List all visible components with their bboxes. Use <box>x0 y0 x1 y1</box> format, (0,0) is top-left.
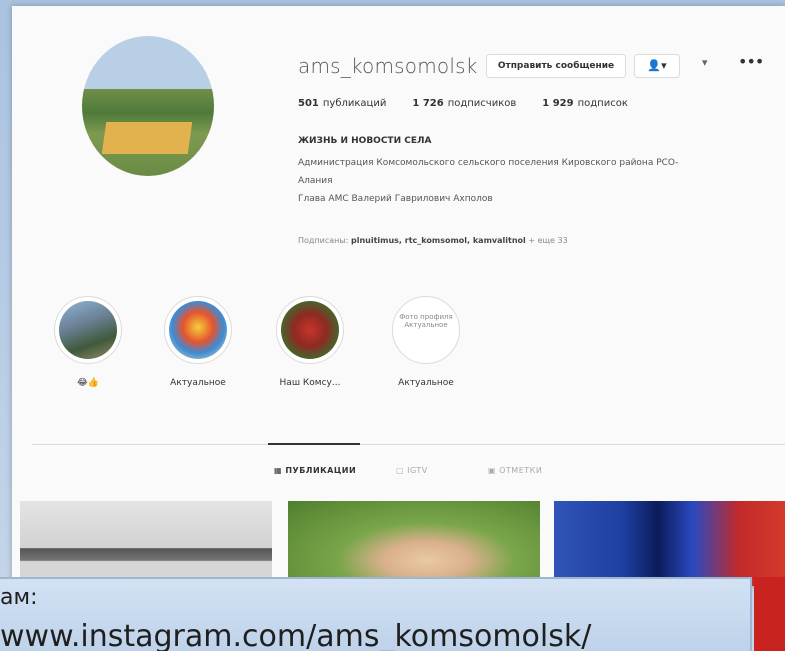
tv-icon: ▢ <box>396 466 408 475</box>
caption-url: www.instagram.com/ams_komsomolsk/ <box>0 619 592 651</box>
tabs-divider <box>32 444 785 445</box>
highlight-4[interactable]: Фото профиля Актуальное Актуальное <box>390 296 462 388</box>
tag-icon: ▣ <box>488 466 500 475</box>
post-thumbnail[interactable] <box>288 501 540 586</box>
bio-line: Алания <box>298 176 333 186</box>
person-icon: 👤▾ <box>647 59 667 72</box>
instagram-profile-screenshot: ams_komsomolsk Отправить сообщение 👤▾ ▾ … <box>12 6 785 586</box>
tab-tagged[interactable]: ▣ ОТМЕТКИ <box>488 466 542 475</box>
active-tab-indicator <box>268 443 360 445</box>
send-message-button[interactable]: Отправить сообщение <box>486 54 626 78</box>
stat-posts[interactable]: 501 публикаций <box>298 98 386 109</box>
post-thumbnail[interactable] <box>554 501 785 586</box>
chevron-down-icon[interactable]: ▾ <box>702 56 708 69</box>
slide-caption: ам: www.instagram.com/ams_komsomolsk/ <box>0 577 752 651</box>
post-thumbnail[interactable] <box>20 501 272 586</box>
bio-line: Глава АМС Валерий Гаврилович Ахполов <box>298 194 493 204</box>
profile-username: ams_komsomolsk <box>298 54 478 78</box>
more-options-icon[interactable]: ••• <box>738 52 764 71</box>
tab-igtv[interactable]: ▢ IGTV <box>396 466 428 475</box>
stat-following[interactable]: 1 929 подписок <box>542 98 628 109</box>
following-button[interactable]: 👤▾ <box>634 54 680 78</box>
bio-line: Администрация Комсомольского сельского п… <box>298 158 679 168</box>
highlight-3[interactable]: Наш Комсу... <box>274 296 346 388</box>
tab-posts[interactable]: ▦ ПУБЛИКАЦИИ <box>274 466 356 475</box>
grid-icon: ▦ <box>274 466 286 475</box>
bio-title: ЖИЗНЬ И НОВОСТИ СЕЛА <box>298 136 432 146</box>
profile-avatar[interactable] <box>82 36 214 176</box>
profile-stats: 501 публикаций 1 726 подписчиков 1 929 подп… <box>298 98 628 109</box>
highlight-1[interactable]: 😂👍 <box>52 296 124 388</box>
followed-by[interactable]: Подписаны: plnuitimus, rtc_komsomol, kam… <box>298 236 568 245</box>
red-decor-strip <box>754 577 785 651</box>
highlight-2[interactable]: Актуальное <box>162 296 234 388</box>
stat-followers[interactable]: 1 726 подписчиков <box>412 98 516 109</box>
avatar-field-shape <box>101 122 193 154</box>
caption-line-1: ам: <box>0 585 38 610</box>
